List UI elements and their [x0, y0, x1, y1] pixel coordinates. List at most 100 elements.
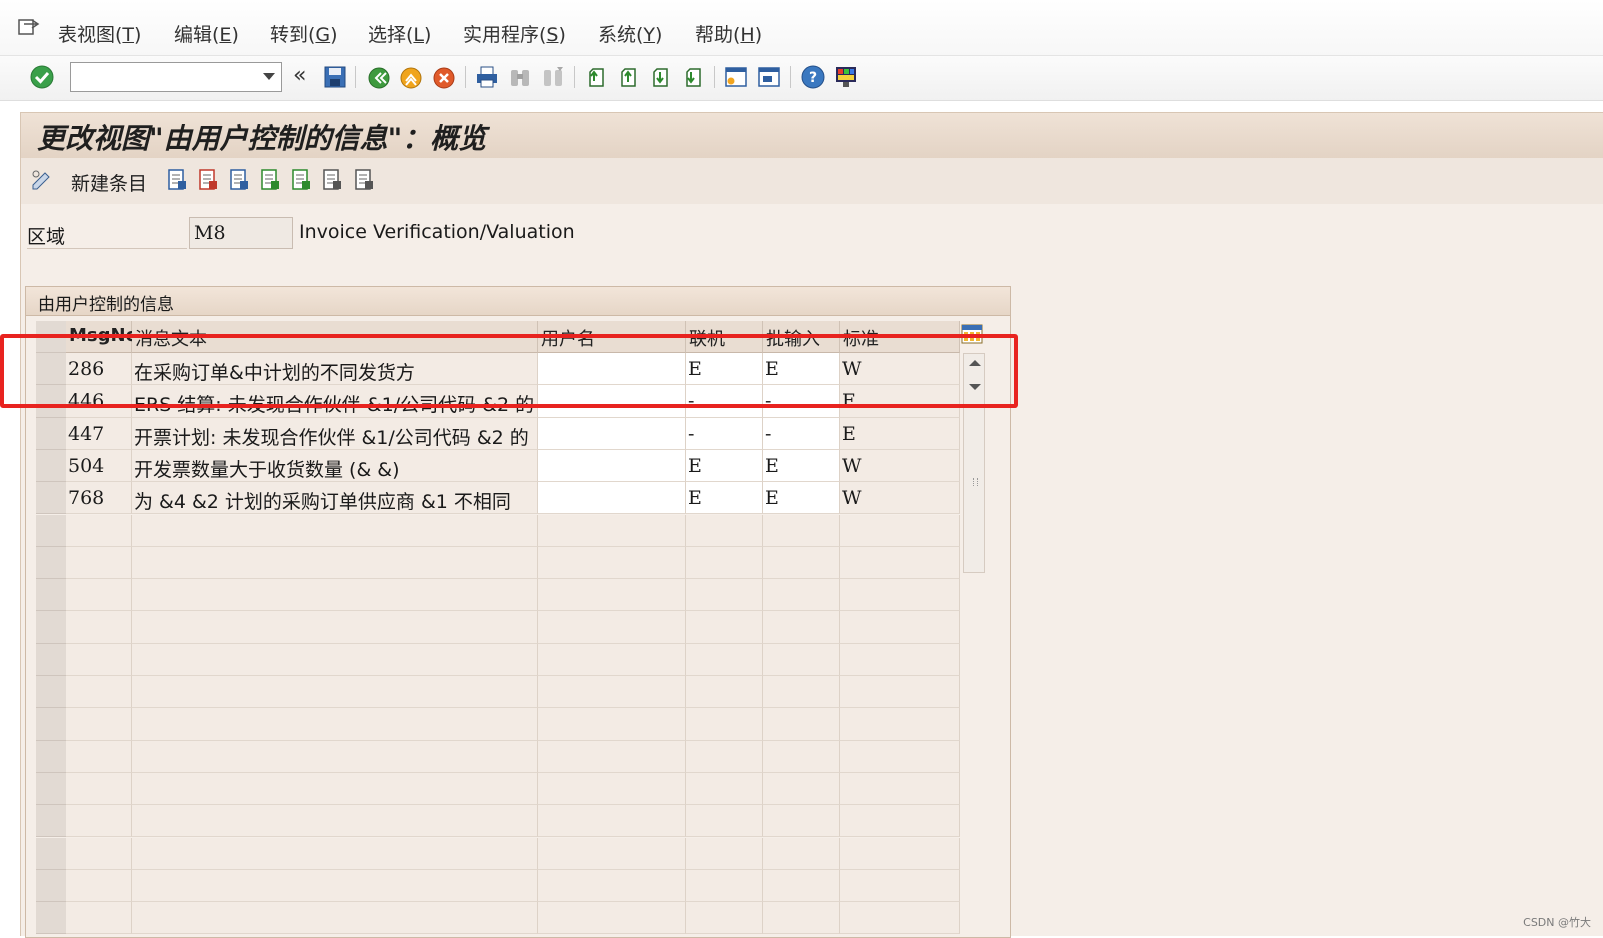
table-cell-user[interactable]	[538, 869, 686, 903]
row-selector[interactable]	[36, 611, 66, 644]
table-cell-user[interactable]	[538, 482, 686, 515]
table-cell-online[interactable]	[686, 546, 763, 580]
row-selector[interactable]	[36, 708, 66, 741]
column-header-text[interactable]: 消息文本	[132, 321, 538, 353]
table-cell-user[interactable]	[538, 546, 686, 580]
scroll-up-icon[interactable]	[969, 360, 981, 366]
table-cell-online[interactable]	[686, 772, 763, 806]
row-selector[interactable]	[36, 772, 66, 806]
row-selector[interactable]	[36, 869, 66, 903]
table-cell-online[interactable]: -	[686, 417, 763, 450]
table-cell-batch[interactable]: E	[763, 353, 840, 386]
table-cell-online[interactable]	[686, 902, 763, 935]
table-cell-batch[interactable]	[763, 805, 840, 838]
table-cell-batch[interactable]	[763, 902, 840, 935]
row-selector[interactable]	[36, 902, 66, 935]
help-icon[interactable]: ?	[800, 64, 826, 90]
create-session-icon[interactable]	[723, 64, 749, 90]
table-cell-online[interactable]	[686, 611, 763, 644]
table-cell-user[interactable]	[538, 643, 686, 676]
table-cell-batch[interactable]: E	[763, 482, 840, 515]
copy-as-icon[interactable]	[165, 168, 189, 192]
table-cell-batch[interactable]	[763, 579, 840, 612]
previous-page-icon[interactable]	[616, 64, 642, 90]
column-header-standard[interactable]: 标准	[840, 321, 960, 353]
table-cell-online[interactable]: E	[686, 482, 763, 515]
column-configuration-icon[interactable]	[961, 323, 983, 345]
table-cell-online[interactable]	[686, 579, 763, 612]
row-selector[interactable]	[36, 449, 66, 483]
row-selector[interactable]	[36, 514, 66, 547]
undo-change-icon[interactable]	[227, 168, 251, 192]
table-cell-online[interactable]	[686, 805, 763, 838]
table-cell-user[interactable]	[538, 805, 686, 838]
exit-icon[interactable]	[398, 64, 424, 90]
table-cell-batch[interactable]	[763, 708, 840, 741]
row-selector[interactable]	[36, 385, 66, 418]
row-selector[interactable]	[36, 482, 66, 515]
last-page-icon[interactable]	[681, 64, 707, 90]
table-cell-user[interactable]	[538, 902, 686, 935]
delete-icon[interactable]	[196, 168, 220, 192]
row-selector[interactable]	[36, 676, 66, 709]
layout-menu-icon[interactable]	[833, 64, 859, 90]
table-cell-batch[interactable]	[763, 546, 840, 580]
table-cell-online[interactable]: -	[686, 385, 763, 418]
column-header-msgno[interactable]: MsgNo	[66, 321, 138, 353]
table-cell-user[interactable]	[538, 579, 686, 612]
row-selector[interactable]	[36, 546, 66, 580]
table-cell-batch[interactable]: -	[763, 417, 840, 450]
save-icon[interactable]	[322, 64, 348, 90]
table-cell-batch[interactable]	[763, 643, 840, 676]
row-selector[interactable]	[36, 353, 66, 386]
table-cell-batch[interactable]	[763, 514, 840, 547]
enter-check-icon[interactable]	[29, 64, 55, 90]
deselect-all-icon[interactable]	[320, 168, 344, 192]
configuration-icon[interactable]	[352, 168, 376, 192]
menu-icon[interactable]	[18, 17, 40, 37]
table-cell-user[interactable]	[538, 740, 686, 773]
table-cell-user[interactable]	[538, 385, 686, 418]
table-cell-user[interactable]	[538, 611, 686, 644]
table-cell-user[interactable]	[538, 353, 686, 386]
column-header-batch[interactable]: 批输入	[763, 321, 840, 353]
new-entries-button[interactable]: 新建条目	[71, 169, 147, 196]
table-cell-user[interactable]	[538, 417, 686, 450]
table-cell-user[interactable]	[538, 449, 686, 483]
table-cell-online[interactable]: E	[686, 353, 763, 386]
vertical-scrollbar[interactable]	[963, 353, 985, 573]
row-selector[interactable]	[36, 643, 66, 676]
menu-item-h[interactable]: 帮助(H)	[695, 20, 762, 47]
row-selector[interactable]	[36, 417, 66, 450]
table-cell-batch[interactable]	[763, 676, 840, 709]
table-cell-batch[interactable]: -	[763, 385, 840, 418]
table-cell-batch[interactable]: E	[763, 449, 840, 483]
table-cell-online[interactable]	[686, 869, 763, 903]
next-page-icon[interactable]	[648, 64, 674, 90]
menu-item-e[interactable]: 编辑(E)	[174, 20, 239, 47]
area-field[interactable]: M8	[189, 217, 293, 249]
menu-item-t[interactable]: 表视图(T)	[58, 20, 141, 47]
table-cell-user[interactable]	[538, 676, 686, 709]
command-field[interactable]	[70, 62, 282, 92]
shortcut-icon[interactable]	[756, 64, 782, 90]
table-cell-batch[interactable]	[763, 740, 840, 773]
table-cell-online[interactable]: E	[686, 449, 763, 483]
row-selector[interactable]	[36, 837, 66, 870]
chevron-down-icon[interactable]	[263, 73, 275, 80]
row-selector[interactable]	[36, 579, 66, 612]
table-cell-online[interactable]	[686, 514, 763, 547]
scroll-grip-icon[interactable]	[973, 478, 978, 486]
table-cell-online[interactable]	[686, 708, 763, 741]
print-icon[interactable]	[474, 64, 500, 90]
cancel-icon[interactable]	[431, 64, 457, 90]
find-next-icon[interactable]	[540, 64, 566, 90]
table-cell-online[interactable]	[686, 676, 763, 709]
back-icon[interactable]	[366, 64, 392, 90]
menu-item-y[interactable]: 系统(Y)	[598, 20, 662, 47]
hide-command-field-icon[interactable]: «	[293, 63, 306, 88]
table-cell-user[interactable]	[538, 514, 686, 547]
table-cell-batch[interactable]	[763, 772, 840, 806]
column-header-online[interactable]: 联机	[686, 321, 763, 353]
menu-item-s[interactable]: 实用程序(S)	[463, 20, 566, 47]
